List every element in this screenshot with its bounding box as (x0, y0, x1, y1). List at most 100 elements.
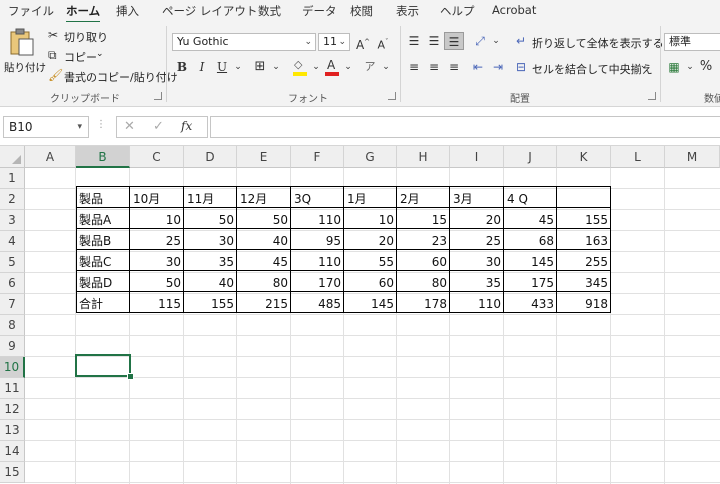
font-size-select[interactable]: 11 ⌄ (318, 33, 350, 51)
bold-button[interactable]: B (172, 58, 192, 76)
row-header-10[interactable]: 10 (0, 357, 25, 378)
decrease-indent-icon[interactable]: ⇤ (468, 58, 488, 76)
table-cell[interactable]: 155 (184, 294, 237, 315)
merge-center-label: セルを結合して中央揃え (532, 63, 653, 76)
align-right-icon[interactable]: ≡ (444, 58, 464, 76)
table-cell[interactable]: 485 (291, 294, 344, 315)
table-column-border (503, 186, 504, 313)
cut-button[interactable]: ✂ 切り取り (48, 28, 128, 44)
chevron-down-icon[interactable]: ⌄ (228, 58, 248, 76)
chevron-down-icon[interactable]: ⌄ (96, 49, 104, 59)
name-box[interactable]: B10 ▾ (3, 116, 89, 138)
fill-handle[interactable] (127, 373, 134, 380)
column-header-e[interactable]: E (237, 146, 291, 168)
alignment-launcher-icon[interactable] (648, 92, 656, 100)
tab-file[interactable]: ファイル (8, 3, 54, 19)
percent-style-button[interactable]: % (696, 58, 716, 76)
row-header-1[interactable]: 1 (0, 168, 25, 189)
number-format-select[interactable]: 標準 (664, 33, 720, 51)
font-launcher-icon[interactable] (388, 92, 396, 100)
row-header-6[interactable]: 6 (0, 273, 25, 294)
align-top-icon[interactable]: ☰ (404, 32, 424, 50)
column-header-d[interactable]: D (184, 146, 237, 168)
row-header-15[interactable]: 15 (0, 462, 25, 483)
column-header-c[interactable]: C (130, 146, 184, 168)
tab-review[interactable]: 校閲 (350, 3, 373, 19)
tab-help[interactable]: ヘルプ (440, 3, 475, 19)
row-header-8[interactable]: 8 (0, 315, 25, 336)
row-header-11[interactable]: 11 (0, 378, 25, 399)
increase-indent-icon[interactable]: ⇥ (488, 58, 508, 76)
align-middle-icon[interactable]: ☰ (424, 32, 444, 50)
column-header-j[interactable]: J (504, 146, 557, 168)
column-header-k[interactable]: K (557, 146, 611, 168)
row-header-5[interactable]: 5 (0, 252, 25, 273)
tab-insert[interactable]: 挿入 (116, 3, 139, 19)
wrap-text-label: 折り返して全体を表示する (532, 37, 664, 50)
format-painter-button[interactable]: 🖌 書式のコピー/貼り付け (48, 68, 178, 84)
row-header-9[interactable]: 9 (0, 336, 25, 357)
row-header-13[interactable]: 13 (0, 420, 25, 441)
tab-formulas[interactable]: 数式 (258, 3, 281, 19)
active-cell-selection[interactable] (75, 354, 131, 377)
table-cell[interactable]: 145 (344, 294, 397, 315)
align-center-icon[interactable]: ≡ (424, 58, 444, 76)
group-divider (400, 26, 401, 102)
increase-font-size-icon[interactable]: A^ (353, 33, 373, 52)
copy-icon: ⧉ (48, 48, 57, 62)
table-cell[interactable]: 433 (504, 294, 557, 315)
font-name-select[interactable]: Yu Gothic ⌄ (172, 33, 316, 51)
column-header-i[interactable]: I (450, 146, 504, 168)
tab-data[interactable]: データ (302, 3, 337, 19)
group-divider (166, 26, 167, 102)
row-header-2[interactable]: 2 (0, 189, 25, 210)
table-cell[interactable]: 110 (450, 294, 504, 315)
worksheet-grid[interactable]: A B C D E F G H I J K L M 1 2 3 4 5 6 7 8 9 10 11 12 13 14 15 製品 10月 1… (0, 146, 720, 484)
table-cell[interactable]: 918 (557, 294, 611, 315)
row-header-4[interactable]: 4 (0, 231, 25, 252)
column-header-g[interactable]: G (344, 146, 397, 168)
cancel-icon[interactable]: ✕ (124, 119, 135, 134)
tab-view[interactable]: 表示 (396, 3, 419, 19)
paste-button[interactable]: 貼り付け (4, 26, 46, 84)
column-gridline (664, 168, 665, 484)
paste-label: 貼り付け (4, 62, 46, 74)
decrease-font-size-icon[interactable]: Aˇ (373, 33, 393, 52)
merge-cells-icon: ⊟ (516, 60, 527, 74)
enter-check-icon[interactable]: ✓ (153, 119, 164, 134)
table-cell[interactable]: 215 (237, 294, 291, 315)
row-header-14[interactable]: 14 (0, 441, 25, 462)
chevron-down-icon[interactable]: ⌄ (486, 32, 506, 50)
chevron-down-icon[interactable]: ⌄ (376, 58, 396, 76)
column-header-b[interactable]: B (76, 146, 130, 168)
column-header-h[interactable]: H (397, 146, 450, 168)
tab-acrobat[interactable]: Acrobat (492, 3, 536, 17)
tab-page-layout[interactable]: ページ レイアウト (162, 3, 257, 19)
row-header-7[interactable]: 7 (0, 294, 25, 315)
select-all-button[interactable] (0, 146, 25, 168)
column-header-f[interactable]: F (291, 146, 344, 168)
row-header-12[interactable]: 12 (0, 399, 25, 420)
merge-center-button[interactable]: ⊟ セルを結合して中央揃え ⌄ (516, 60, 656, 76)
chevron-down-icon[interactable]: ⌄ (640, 61, 648, 71)
column-header-m[interactable]: M (665, 146, 720, 168)
copy-button[interactable]: ⧉ コピー ⌄ (48, 48, 118, 64)
chevron-down-icon[interactable]: ⌄ (338, 58, 358, 76)
insert-function-button[interactable]: fx (181, 119, 192, 133)
tab-home[interactable]: ホーム (66, 3, 101, 23)
table-cell[interactable]: 178 (397, 294, 450, 315)
formula-input[interactable] (210, 116, 720, 138)
column-header-a[interactable]: A (25, 146, 76, 168)
clipboard-launcher-icon[interactable] (154, 92, 162, 100)
cut-label: 切り取り (64, 31, 108, 44)
table-cell[interactable]: 合計 (76, 294, 130, 315)
more-options-icon[interactable]: ⋮ (96, 119, 106, 130)
row-header-3[interactable]: 3 (0, 210, 25, 231)
align-left-icon[interactable]: ≡ (404, 58, 424, 76)
align-bottom-icon[interactable]: ☰ (444, 32, 464, 50)
table-cell[interactable]: 115 (130, 294, 184, 315)
chevron-down-icon[interactable]: ⌄ (266, 58, 286, 76)
italic-button[interactable]: I (192, 58, 212, 76)
wrap-text-button[interactable]: ↵ 折り返して全体を表示する (516, 34, 664, 50)
column-header-l[interactable]: L (611, 146, 665, 168)
